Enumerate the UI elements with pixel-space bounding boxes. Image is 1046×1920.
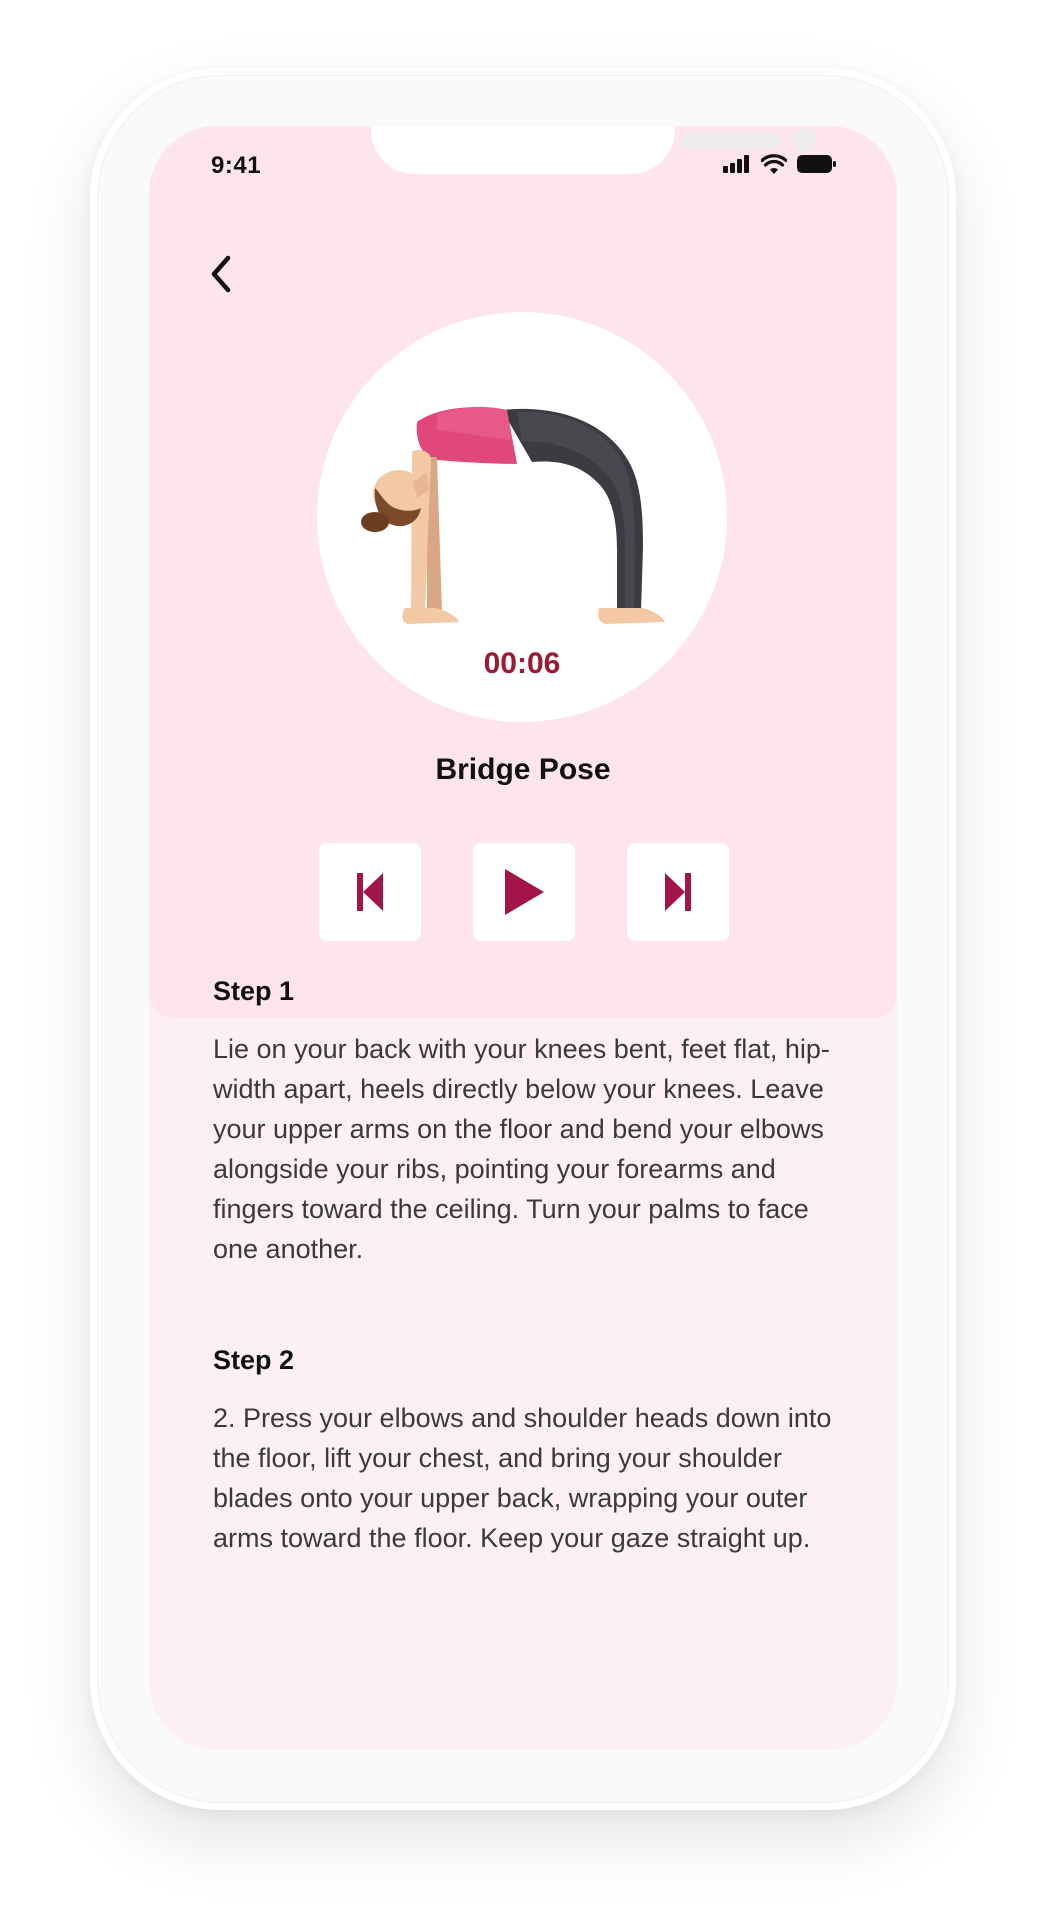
skip-previous-icon [357, 873, 383, 911]
play-icon [505, 869, 544, 915]
step-item: Step 2 2. Press your elbows and shoulder… [213, 1345, 853, 1558]
status-time: 9:41 [211, 152, 262, 179]
exercise-timer: 00:06 [483, 647, 561, 680]
skip-next-icon [665, 873, 691, 911]
pose-title: Bridge Pose [435, 753, 611, 786]
signal-icon [723, 155, 749, 173]
pose-illustration-circle: 00:06 [317, 312, 727, 722]
speaker-grille [681, 133, 781, 149]
step-description: Lie on your back with your knees bent, f… [213, 1034, 830, 1264]
battery-icon [797, 155, 836, 173]
step-description: 2. Press your elbows and shoulder heads … [213, 1403, 832, 1553]
play-button[interactable] [473, 843, 575, 941]
chevron-left-icon [211, 255, 231, 293]
previous-button[interactable] [319, 843, 421, 941]
device-notch [371, 126, 817, 174]
step-title: Step 2 [213, 1345, 295, 1375]
page: 9:41 00:06 Bridge Pose Step 1 Lie on you… [0, 0, 1046, 1920]
back-button[interactable] [201, 246, 241, 302]
step-title: Step 1 [213, 976, 295, 1006]
front-camera [793, 129, 817, 153]
app-screen: 9:41 00:06 Bridge Pose Step 1 Lie on you… [149, 126, 897, 1750]
status-icons [723, 154, 837, 174]
exercise-header-panel: 9:41 00:06 Bridge Pose [149, 126, 897, 1018]
playback-controls [319, 843, 729, 943]
instruction-steps: Step 1 Lie on your back with your knees … [213, 976, 853, 1634]
wifi-icon [761, 154, 787, 174]
next-button[interactable] [627, 843, 729, 941]
step-item: Step 1 Lie on your back with your knees … [213, 976, 853, 1269]
